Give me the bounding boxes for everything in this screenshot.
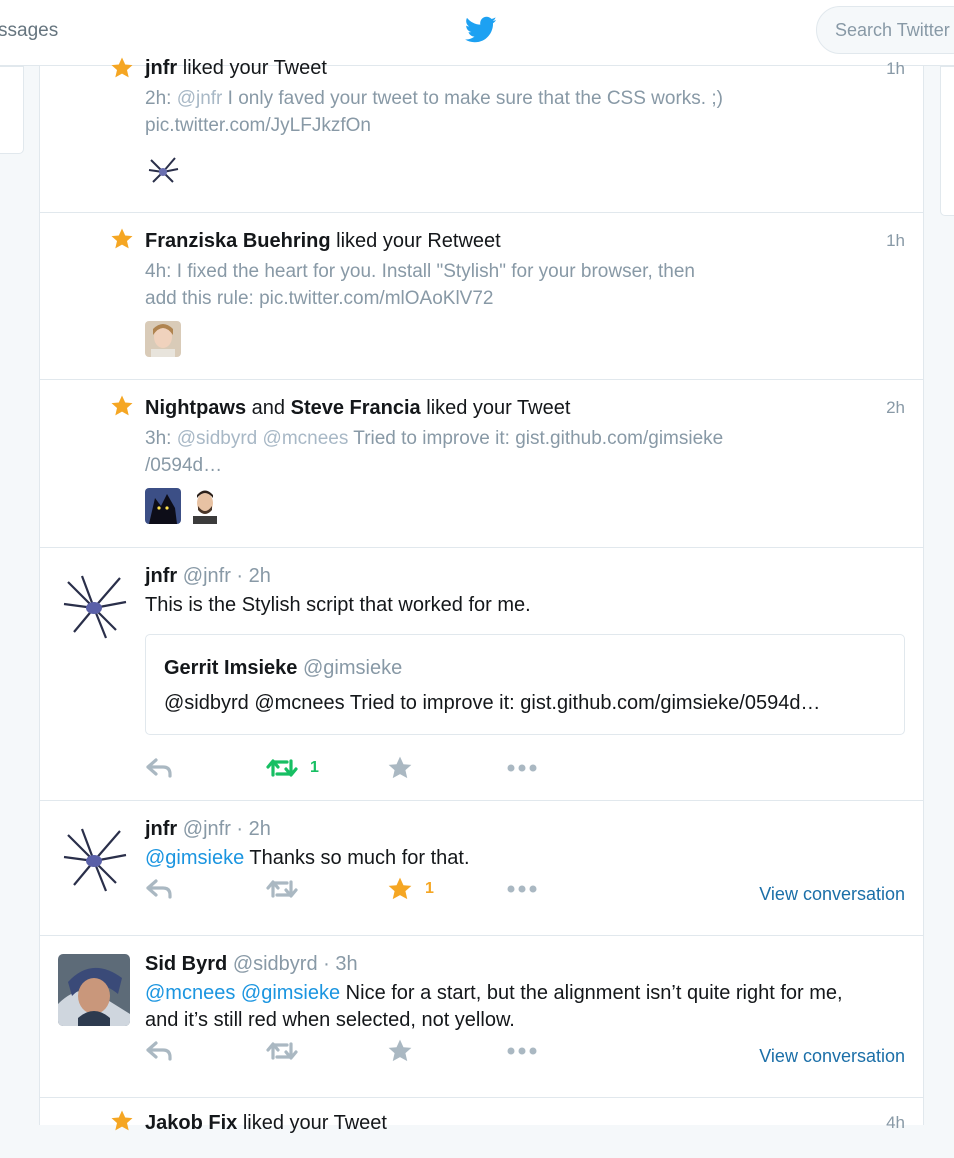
reply-button[interactable]	[145, 874, 173, 904]
star-icon	[111, 395, 133, 416]
search-input[interactable]: Search Twitter	[816, 6, 954, 54]
mention-link[interactable]: @mcnees	[145, 982, 235, 1004]
more-icon	[507, 1047, 537, 1055]
view-conversation-link[interactable]: View conversation	[759, 884, 905, 905]
star-icon	[388, 877, 412, 900]
tweet-preview[interactable]: 3h: @sidbyrd @mcnees Tried to improve it…	[145, 425, 825, 479]
notification-stream: jnfr liked your Tweet 1h 2h: @jnfr I onl…	[39, 57, 924, 1134]
right-sidebar-card	[940, 66, 954, 216]
star-icon	[111, 1110, 133, 1131]
user-name[interactable]: Steve Francia	[291, 397, 421, 419]
view-conversation-link[interactable]: View conversation	[759, 1046, 905, 1067]
retweet-button[interactable]: 1	[266, 753, 319, 783]
reply-icon	[146, 1041, 172, 1061]
tweet-header: Sid Byrd @sidbyrd · 3h	[145, 953, 358, 975]
star-icon	[111, 228, 133, 249]
reply-icon	[146, 758, 172, 778]
more-icon	[507, 764, 537, 772]
avatar[interactable]	[145, 488, 181, 524]
tweet-actions: 1	[145, 753, 905, 783]
like-button[interactable]: 1	[387, 874, 434, 904]
retweet-icon	[266, 759, 298, 777]
reply-button[interactable]	[145, 753, 173, 783]
user-name[interactable]: jnfr	[145, 57, 177, 79]
user-handle[interactable]: @jnfr	[183, 565, 231, 587]
top-bar: ssages Search Twitter	[0, 0, 954, 66]
timestamp[interactable]: 2h	[886, 398, 905, 418]
more-button[interactable]	[507, 874, 537, 904]
avatar[interactable]	[58, 821, 130, 893]
notification-item[interactable]: jnfr liked your Tweet 1h 2h: @jnfr I onl…	[40, 57, 923, 213]
nav-messages-link[interactable]: ssages	[0, 20, 58, 42]
user-name[interactable]: Gerrit Imsieke	[164, 657, 297, 679]
avatar[interactable]	[145, 321, 181, 357]
like-button[interactable]	[387, 1036, 413, 1066]
mention-link[interactable]: @gimsieke	[241, 982, 340, 1004]
star-icon	[388, 1039, 412, 1062]
timestamp[interactable]: 2h	[249, 565, 271, 587]
activity-line: jnfr liked your Tweet	[145, 57, 327, 79]
retweet-button[interactable]	[266, 874, 298, 904]
user-name[interactable]: jnfr	[145, 818, 177, 840]
tweet-preview[interactable]: 4h: I fixed the heart for you. Install "…	[145, 258, 825, 312]
user-name[interactable]: Nightpaws	[145, 397, 246, 419]
retweet-icon	[266, 1042, 298, 1060]
timestamp[interactable]: 4h	[886, 1113, 905, 1133]
avatar[interactable]	[58, 954, 130, 1026]
user-name[interactable]: Jakob Fix	[145, 1112, 237, 1134]
reply-icon	[146, 879, 172, 899]
left-sidebar-card	[0, 66, 24, 154]
timestamp[interactable]: 1h	[886, 231, 905, 251]
retweet-count: 1	[310, 759, 319, 776]
quoted-tweet[interactable]: Gerrit Imsieke @gimsieke @sidbyrd @mcnee…	[145, 634, 905, 735]
tweet-header: jnfr @jnfr · 2h	[145, 565, 271, 587]
user-name[interactable]: Franziska Buehring	[145, 230, 331, 252]
avatar[interactable]	[145, 152, 181, 188]
twitter-bird-icon[interactable]	[465, 16, 497, 44]
timestamp[interactable]: 1h	[886, 59, 905, 79]
tweet-text: @gimsieke Thanks so much for that.	[145, 847, 470, 869]
more-button[interactable]	[507, 1036, 537, 1066]
timestamp[interactable]: 3h	[335, 953, 357, 975]
timestamp[interactable]: 2h	[249, 818, 271, 840]
tweet-text: This is the Stylish script that worked f…	[145, 594, 531, 616]
reply-button[interactable]	[145, 1036, 173, 1066]
retweet-button[interactable]	[266, 1036, 298, 1066]
tweet-text: @mcnees @gimsieke Nice for a start, but …	[145, 982, 843, 1031]
more-icon	[507, 885, 537, 893]
user-handle[interactable]: @sidbyrd	[233, 953, 318, 975]
user-handle[interactable]: @jnfr	[183, 818, 231, 840]
user-name[interactable]: jnfr	[145, 565, 177, 587]
tweet[interactable]: Sid Byrd @sidbyrd · 3h @mcnees @gimsieke…	[40, 936, 923, 1098]
avatar[interactable]	[187, 488, 223, 524]
mention-link[interactable]: @gimsieke	[145, 847, 244, 869]
tweet[interactable]: jnfr @jnfr · 2h @gimsieke Thanks so much…	[40, 801, 923, 936]
avatar[interactable]	[58, 568, 130, 640]
like-button[interactable]	[387, 753, 413, 783]
user-name[interactable]: Sid Byrd	[145, 953, 227, 975]
tweet[interactable]: jnfr @jnfr · 2h This is the Stylish scri…	[40, 548, 923, 801]
activity-line: Nightpaws and Steve Francia liked your T…	[145, 397, 571, 419]
like-count: 1	[425, 880, 434, 897]
user-handle[interactable]: @gimsieke	[303, 657, 402, 679]
more-button[interactable]	[507, 753, 537, 783]
tweet-preview[interactable]: 2h: @jnfr I only faved your tweet to mak…	[145, 85, 825, 139]
notification-item[interactable]: Nightpaws and Steve Francia liked your T…	[40, 380, 923, 548]
notification-item[interactable]: Franziska Buehring liked your Retweet 1h…	[40, 213, 923, 380]
activity-line: Jakob Fix liked your Tweet	[145, 1112, 387, 1134]
notification-item[interactable]: Jakob Fix liked your Tweet 4h	[40, 1098, 923, 1158]
activity-line: Franziska Buehring liked your Retweet	[145, 230, 501, 252]
star-icon	[111, 57, 133, 78]
tweet-header: jnfr @jnfr · 2h	[145, 818, 271, 840]
star-icon	[388, 756, 412, 779]
retweet-icon	[266, 880, 298, 898]
quoted-tweet-text: @sidbyrd @mcnees Tried to improve it: gi…	[164, 692, 821, 714]
